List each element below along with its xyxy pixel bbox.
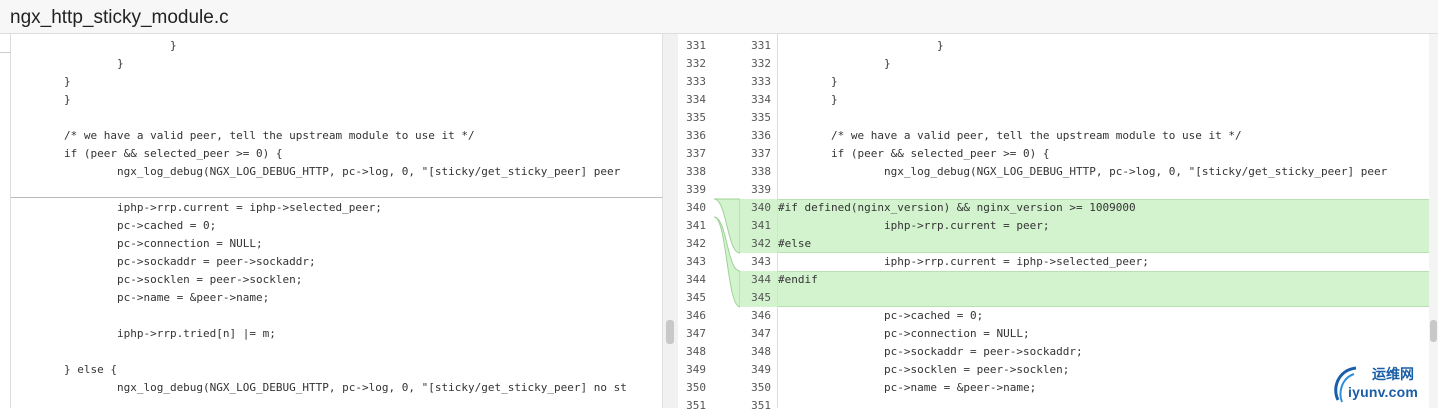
- new-line-number: 345: [751, 291, 771, 304]
- old-line-number: 332: [686, 57, 706, 70]
- left-code-line: pc->connection = NULL;: [11, 237, 263, 250]
- old-line-number: 344: [686, 273, 706, 286]
- old-line-number: 348: [686, 345, 706, 358]
- left-code-pane: } } } } /* we have a valid peer, tell th…: [11, 34, 662, 408]
- left-code-line: [11, 307, 662, 325]
- old-line-number: 339: [686, 183, 706, 196]
- left-scrollbar-thumb[interactable]: [666, 320, 674, 344]
- left-code-line: }: [11, 39, 177, 52]
- left-code-line: }: [11, 75, 71, 88]
- right-code-line: [778, 109, 1429, 127]
- watermark-bottom-text: iyunv.com: [1348, 384, 1419, 400]
- left-code-line: pc->name = &peer->name;: [11, 291, 270, 304]
- left-code-line: }: [11, 57, 124, 70]
- left-code-line: [11, 397, 662, 408]
- new-line-number: 347: [751, 327, 771, 340]
- new-line-number: 339: [751, 183, 771, 196]
- old-line-number: 341: [686, 219, 706, 232]
- right-code-line: pc->sockaddr = peer->sockaddr;: [778, 345, 1083, 358]
- old-line-number: 337: [686, 147, 706, 160]
- left-margin: [0, 34, 11, 408]
- old-line-number: 349: [686, 363, 706, 376]
- old-line-number: 336: [686, 129, 706, 142]
- right-code-line: }: [778, 75, 838, 88]
- old-line-number: 351: [686, 399, 706, 412]
- right-code-line: [778, 289, 1429, 307]
- diff-connector: [714, 198, 740, 308]
- right-code-line: #else: [778, 237, 812, 250]
- new-line-number: 349: [751, 363, 771, 376]
- watermark-logo: 运维网 iyunv.com: [1330, 360, 1435, 406]
- new-line-number: 344: [751, 273, 771, 286]
- left-scrollbar[interactable]: [662, 34, 678, 408]
- old-line-number: 345: [686, 291, 706, 304]
- right-code-line: iphp->rrp.current = peer;: [778, 219, 1050, 232]
- left-code-line: [11, 109, 662, 127]
- right-code-line: [778, 181, 1429, 199]
- left-code-line: ngx_log_debug(NGX_LOG_DEBUG_HTTP, pc->lo…: [11, 165, 621, 178]
- old-line-number: 340: [686, 201, 706, 214]
- new-line-number: 342: [751, 237, 771, 250]
- new-line-number: 334: [751, 93, 771, 106]
- old-line-number: 338: [686, 165, 706, 178]
- new-line-number: 346: [751, 309, 771, 322]
- old-line-number: 334: [686, 93, 706, 106]
- new-line-number: 348: [751, 345, 771, 358]
- new-line-number: 343: [751, 255, 771, 268]
- old-line-number: 346: [686, 309, 706, 322]
- left-code-line: [11, 343, 662, 361]
- old-line-number: 350: [686, 381, 706, 394]
- new-line-number: 335: [751, 111, 771, 124]
- right-scrollbar[interactable]: [1429, 34, 1438, 408]
- right-code-line: #endif: [778, 273, 818, 286]
- right-code-line: #if defined(nginx_version) && nginx_vers…: [778, 201, 1136, 214]
- new-line-number: 331: [751, 39, 771, 52]
- old-line-number: 333: [686, 75, 706, 88]
- left-code-line: pc->socklen = peer->socklen;: [11, 273, 303, 286]
- left-code-line: }: [11, 93, 71, 106]
- left-code-line: pc->cached = 0;: [11, 219, 217, 232]
- right-code-line: /* we have a valid peer, tell the upstre…: [778, 129, 1242, 142]
- right-code-pane: } } } } /* we have a valid peer, tell th…: [778, 34, 1429, 408]
- left-code-line: } else {: [11, 363, 117, 376]
- new-line-number: 351: [751, 399, 771, 412]
- left-code-line: pc->sockaddr = peer->sockaddr;: [11, 255, 316, 268]
- right-code-line: ngx_log_debug(NGX_LOG_DEBUG_HTTP, pc->lo…: [778, 165, 1388, 178]
- left-code-line: iphp->rrp.current = iphp->selected_peer;: [11, 201, 382, 214]
- new-line-number: 333: [751, 75, 771, 88]
- left-code-line: if (peer && selected_peer >= 0) {: [11, 147, 283, 160]
- new-line-number: 337: [751, 147, 771, 160]
- left-change-marker: [11, 197, 662, 198]
- right-code-line: }: [778, 93, 838, 106]
- new-line-number: 350: [751, 381, 771, 394]
- watermark-top-text: 运维网: [1372, 367, 1414, 383]
- new-line-numbers: 331 332 333 334 335 336 337 338 339 340 341 342 343 3…: [740, 34, 778, 412]
- right-code-line: pc->cached = 0;: [778, 309, 984, 322]
- new-line-number: 336: [751, 129, 771, 142]
- old-line-number: 331: [686, 39, 706, 52]
- new-line-number: 338: [751, 165, 771, 178]
- right-code-line: pc->connection = NULL;: [778, 327, 1030, 340]
- old-line-number: 343: [686, 255, 706, 268]
- old-line-number: 347: [686, 327, 706, 340]
- new-line-number: 341: [751, 219, 771, 232]
- old-line-numbers: 331 332 333 334 335 336 337 338 339 340 341 342 343 3…: [678, 34, 714, 412]
- right-code-line: }: [778, 57, 891, 70]
- left-code-line: iphp->rrp.tried[n] |= m;: [11, 327, 276, 340]
- right-scrollbar-thumb[interactable]: [1430, 320, 1437, 342]
- right-code-line: if (peer && selected_peer >= 0) {: [778, 147, 1050, 160]
- file-header: ngx_http_sticky_module.c: [0, 0, 1438, 34]
- right-code-line: iphp->rrp.current = iphp->selected_peer;: [778, 255, 1149, 268]
- left-code-line: /* we have a valid peer, tell the upstre…: [11, 129, 475, 142]
- file-title: ngx_http_sticky_module.c: [10, 7, 229, 28]
- new-line-number: 340: [751, 201, 771, 214]
- left-code-line: ngx_log_debug(NGX_LOG_DEBUG_HTTP, pc->lo…: [11, 381, 627, 394]
- right-code-line: }: [778, 39, 944, 52]
- new-line-number: 332: [751, 57, 771, 70]
- old-line-number: 342: [686, 237, 706, 250]
- old-line-number: 335: [686, 111, 706, 124]
- margin-tick: [0, 52, 11, 53]
